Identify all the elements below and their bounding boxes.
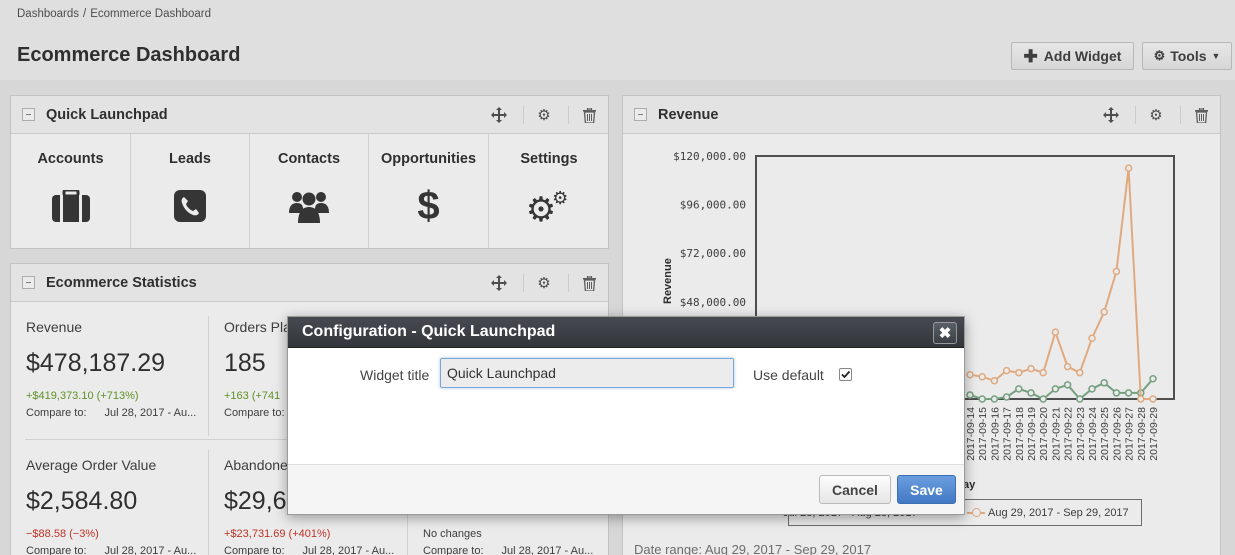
configuration-dialog: Configuration - Quick Launchpad ✖ Widget… [287,316,965,515]
dialog-footer: Cancel Save [288,464,964,514]
dialog-title: Configuration - Quick Launchpad [302,323,556,340]
cancel-button[interactable]: Cancel [819,475,891,504]
dialog-header: Configuration - Quick Launchpad ✖ [288,317,964,348]
use-default-checkbox[interactable] [839,368,852,381]
use-default-label: Use default [753,367,824,383]
close-icon[interactable]: ✖ [933,322,957,344]
widget-title-label: Widget title [360,367,430,383]
widget-title-input[interactable] [440,358,734,388]
save-button[interactable]: Save [897,475,956,504]
